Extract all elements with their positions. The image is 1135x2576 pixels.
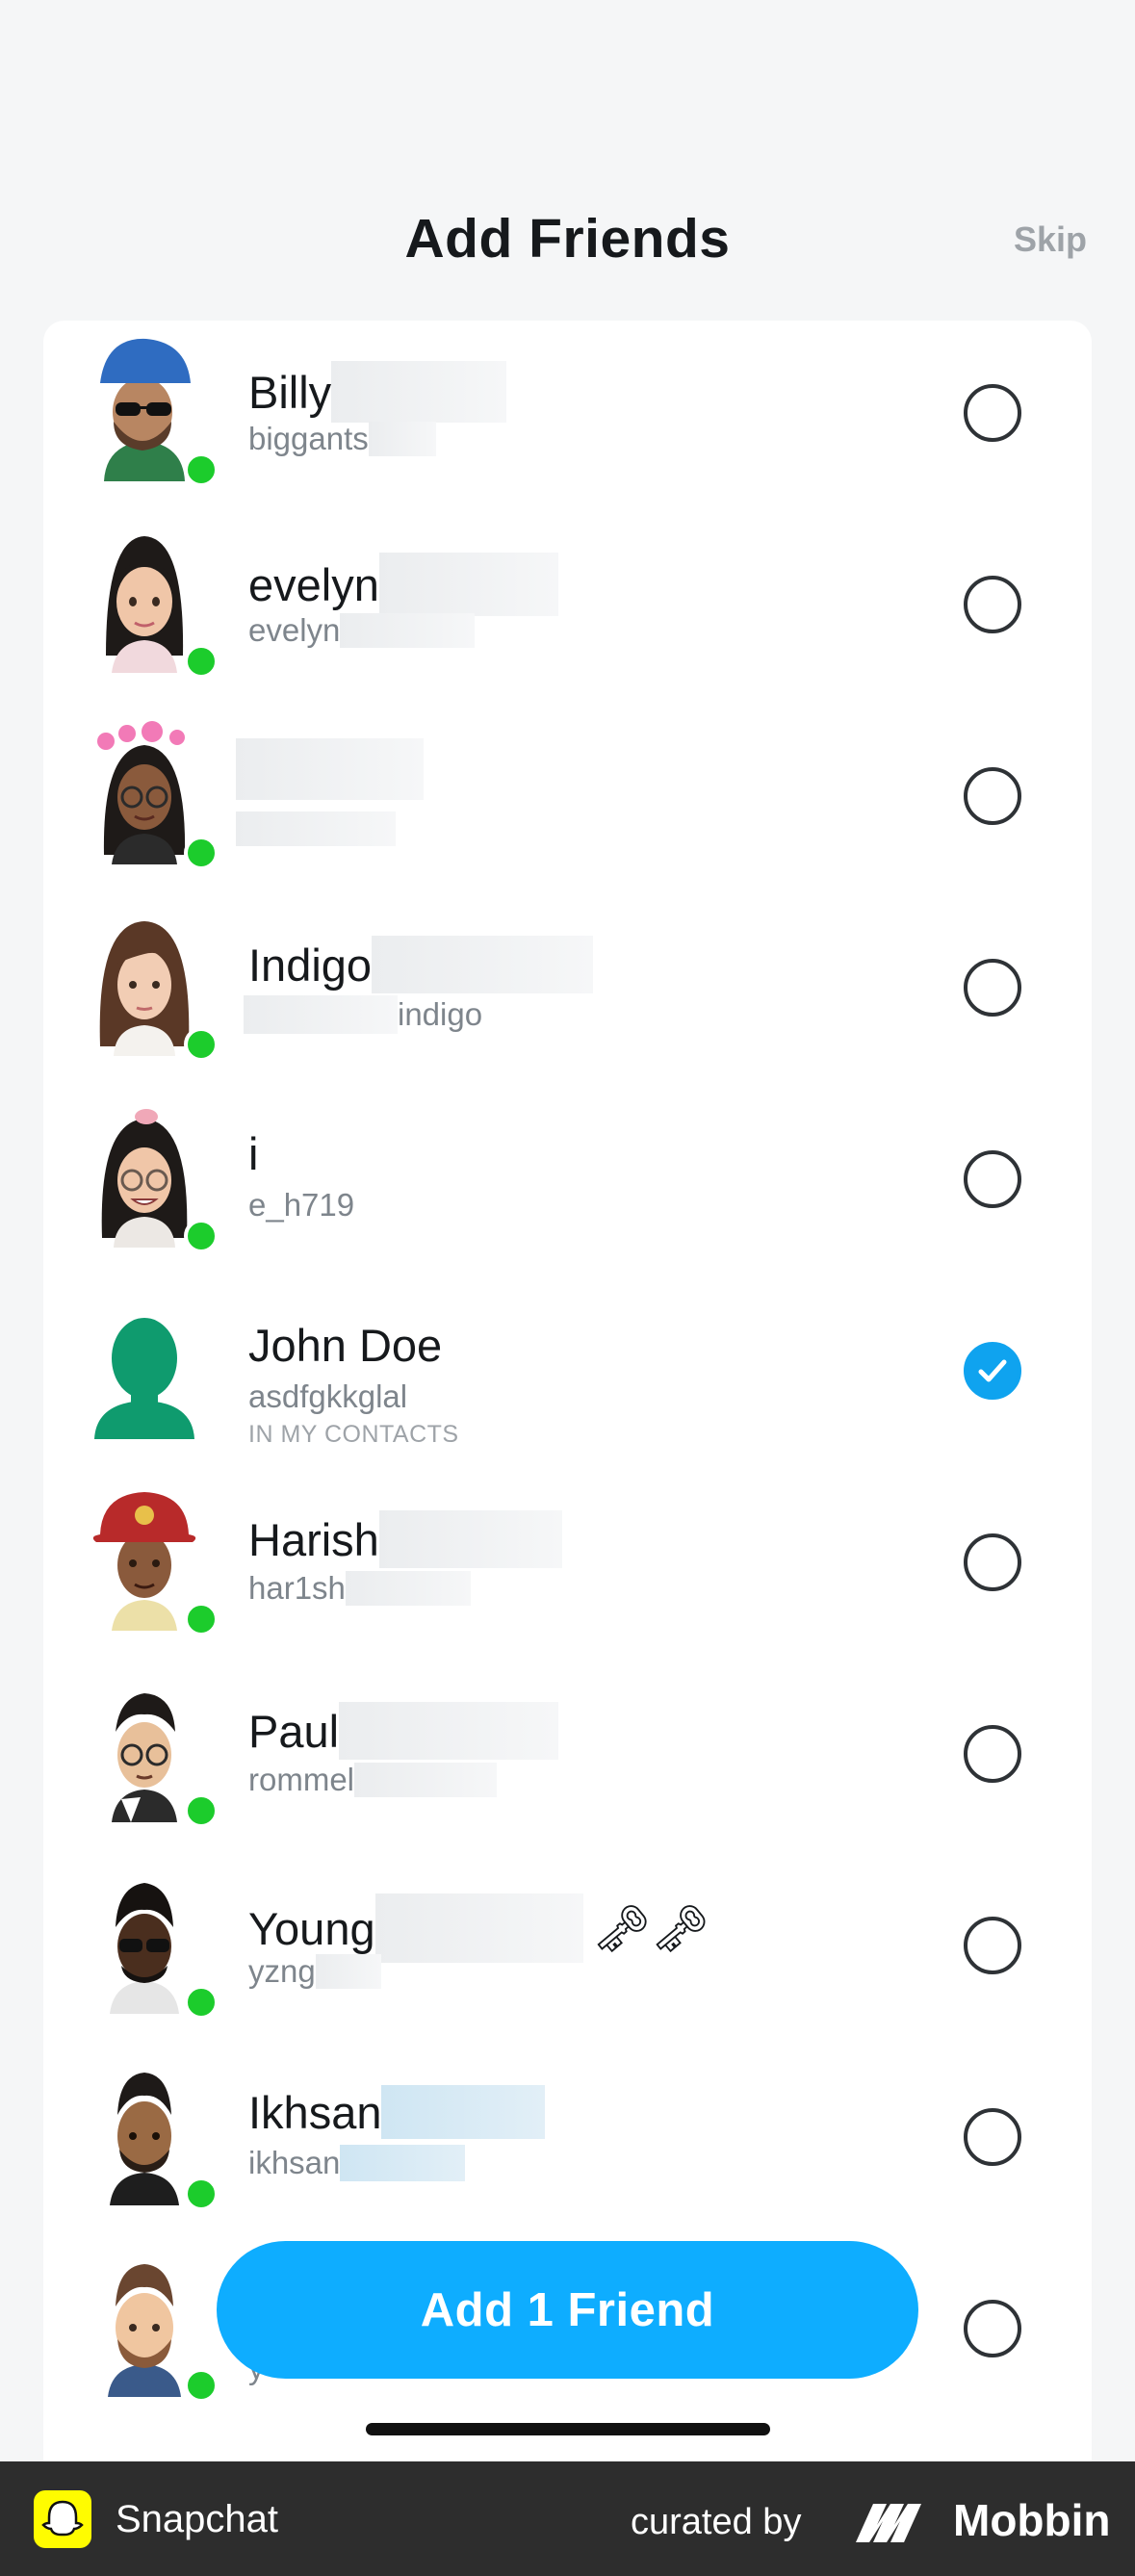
select-friend-checkbox[interactable] — [964, 2300, 1021, 2357]
friend-username: indigo — [398, 996, 483, 1032]
mobbin-brand: Mobbin — [953, 2495, 1111, 2545]
online-dot-icon — [184, 2368, 219, 2403]
select-friend-checkbox[interactable] — [964, 384, 1021, 442]
friend-row[interactable]: Paul rommel — [43, 1662, 1092, 1853]
online-dot-icon — [184, 1219, 219, 1253]
silhouette-avatar — [94, 1318, 194, 1439]
redacted-text — [236, 738, 424, 800]
snapchat-ghost-icon — [34, 2490, 91, 2548]
redacted-text — [354, 1763, 498, 1797]
select-friend-checkbox[interactable] — [964, 1342, 1021, 1400]
redacted-text — [340, 2145, 466, 2181]
redacted-text — [381, 2085, 546, 2139]
home-indicator — [366, 2423, 770, 2435]
redacted-text — [378, 1510, 562, 1568]
friend-row[interactable]: evelyn evelyn — [43, 512, 1092, 704]
friend-username: ikhsan — [248, 2145, 341, 2180]
friend-username: e_h719 — [248, 1187, 355, 1223]
friend-row[interactable]: John Doe asdfgkkglal IN MY CONTACTS — [43, 1278, 1092, 1470]
online-dot-icon — [184, 1027, 219, 1062]
friend-row[interactable]: i e_h719 — [43, 1087, 1092, 1278]
online-dot-icon — [184, 1602, 219, 1636]
select-friend-checkbox[interactable] — [964, 959, 1021, 1017]
friend-username: asdfgkkglal — [248, 1378, 408, 1414]
select-friend-checkbox[interactable] — [964, 1917, 1021, 1974]
online-dot-icon — [184, 1985, 219, 2020]
friend-username: yzng — [248, 1953, 316, 1989]
online-dot-icon — [184, 2177, 219, 2211]
redacted-text — [340, 613, 476, 648]
friend-name: Indigo — [248, 939, 373, 991]
friend-name: evelyn — [248, 558, 379, 610]
attribution-footer: Snapchat curated by Mobbin — [0, 2461, 1135, 2576]
friend-row[interactable] — [43, 704, 1092, 895]
online-dot-icon — [184, 644, 219, 679]
friend-row[interactable]: Harish har1sh — [43, 1470, 1092, 1662]
app-name: Snapchat — [116, 2498, 279, 2540]
skip-button[interactable]: Skip — [1014, 219, 1087, 260]
online-dot-icon — [184, 836, 219, 870]
curated-by-text: curated by — [631, 2502, 802, 2542]
friend-name: Young — [248, 1902, 375, 1954]
redacted-text — [378, 553, 558, 616]
friend-username: biggants — [248, 421, 369, 456]
header: Add Friends Skip — [0, 0, 1135, 318]
friend-subtitle: IN MY CONTACTS — [248, 1421, 459, 1448]
friend-name: i — [248, 1128, 259, 1179]
friend-row[interactable]: Young 🗝🗝 yzng — [43, 1853, 1092, 2045]
friend-name: Billy — [248, 366, 332, 418]
friend-name: Harish — [248, 1513, 379, 1565]
select-friend-checkbox[interactable] — [964, 2108, 1021, 2166]
redacted-text — [372, 936, 594, 993]
select-friend-checkbox[interactable] — [964, 1725, 1021, 1783]
redacted-text — [339, 1702, 559, 1760]
friend-name: Ikhsan — [248, 2086, 382, 2138]
key-emoji: 🗝🗝 — [592, 1903, 710, 1955]
redacted-text — [236, 811, 396, 846]
friend-row[interactable]: Billy biggants — [43, 321, 1092, 512]
friend-name: John Doe — [248, 1320, 443, 1371]
friend-name: Paul — [248, 1705, 340, 1757]
redacted-text — [315, 1954, 381, 1989]
redacted-text — [331, 361, 507, 423]
friend-username: har1sh — [248, 1570, 346, 1606]
online-dot-icon — [184, 452, 219, 487]
mobbin-logo-icon — [856, 2504, 921, 2542]
friend-username: evelyn — [248, 612, 341, 648]
friend-list: Billy biggants evelyn evelyn Indigo indi… — [43, 321, 1092, 2506]
redacted-text — [368, 422, 436, 456]
add-friend-button[interactable]: Add 1 Friend — [217, 2241, 918, 2379]
redacted-text — [244, 995, 398, 1034]
redacted-text — [374, 1893, 583, 1963]
select-friend-checkbox[interactable] — [964, 1533, 1021, 1591]
redacted-text — [345, 1571, 471, 1606]
friend-username: rommel — [248, 1762, 355, 1797]
check-icon — [978, 1359, 1007, 1382]
select-friend-checkbox[interactable] — [964, 767, 1021, 825]
select-friend-checkbox[interactable] — [964, 1150, 1021, 1208]
online-dot-icon — [184, 1793, 219, 1828]
friend-row[interactable]: Ikhsan ikhsan — [43, 2045, 1092, 2236]
friend-row[interactable]: Indigo indigo — [43, 895, 1092, 1087]
page-title: Add Friends — [404, 208, 731, 270]
select-friend-checkbox[interactable] — [964, 576, 1021, 633]
